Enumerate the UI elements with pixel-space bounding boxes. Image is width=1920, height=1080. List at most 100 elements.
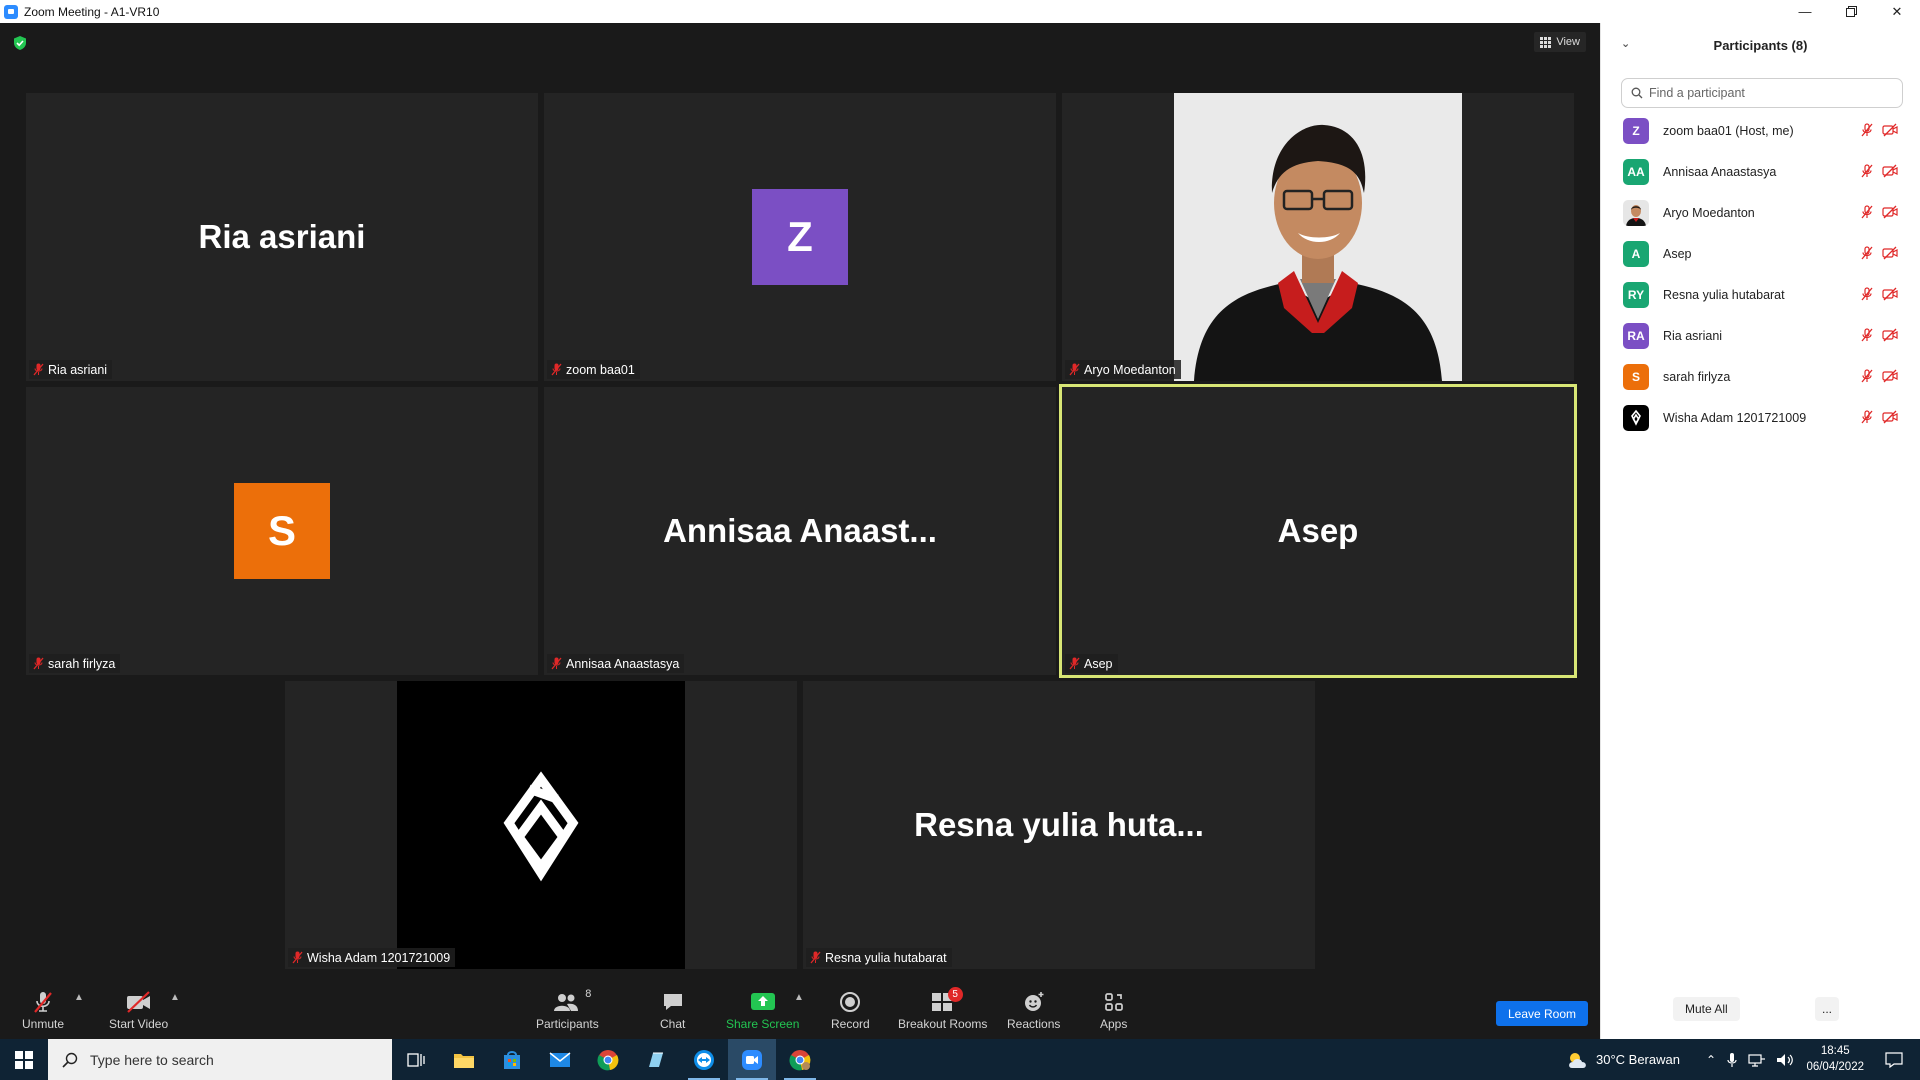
restore-button[interactable] xyxy=(1828,0,1874,23)
more-options-button[interactable]: ... xyxy=(1815,997,1839,1021)
apps-button[interactable]: Apps xyxy=(1100,990,1127,1031)
mail-taskbar-icon[interactable] xyxy=(536,1039,584,1080)
mic-muted-icon xyxy=(1861,369,1873,383)
tile-name-tag: Annisaa Anaastasya xyxy=(547,654,685,673)
participant-row[interactable]: AA Annisaa Anaastasya xyxy=(1601,151,1920,192)
participant-name: Aryo Moedanton xyxy=(1663,205,1755,220)
network-icon[interactable] xyxy=(1748,1053,1766,1067)
mic-muted-icon xyxy=(1861,328,1873,342)
mic-muted-icon xyxy=(551,657,562,670)
system-tray: ⌃ xyxy=(1706,1039,1794,1080)
participants-count: 8 xyxy=(585,988,592,1000)
mic-muted-icon xyxy=(1861,410,1873,424)
share-options-caret-icon[interactable]: ▲ xyxy=(794,992,804,1003)
chrome-taskbar-icon[interactable] xyxy=(584,1039,632,1080)
video-tile-resna[interactable]: Resna yulia huta... Resna yulia hutabara… xyxy=(803,681,1315,969)
participants-button[interactable]: 8 Participants xyxy=(536,988,599,1031)
unmute-button[interactable]: Unmute xyxy=(22,990,64,1031)
store-taskbar-icon[interactable] xyxy=(488,1039,536,1080)
teamviewer-taskbar-icon[interactable] xyxy=(680,1039,728,1080)
windows-taskbar: Type here to search 30°C Berawan ⌃ 18:45… xyxy=(0,1039,1920,1080)
avatar-logo xyxy=(1623,404,1649,431)
clock-date: 06/04/2022 xyxy=(1806,1061,1864,1073)
encryption-shield-icon[interactable] xyxy=(12,35,28,51)
tile-name-label: Wisha Adam 1201721009 xyxy=(307,950,451,965)
tile-name-label: zoom baa01 xyxy=(566,362,635,377)
video-options-caret-icon[interactable]: ▲ xyxy=(170,992,180,1003)
share-screen-button[interactable]: Share Screen xyxy=(726,990,799,1031)
participant-row[interactable]: S sarah firlyza xyxy=(1601,356,1920,397)
tile-display-name: Resna yulia huta... xyxy=(914,806,1204,843)
mic-muted-icon xyxy=(1861,123,1873,137)
mic-muted-icon xyxy=(551,363,562,376)
mic-muted-icon xyxy=(1861,164,1873,178)
taskbar-clock[interactable]: 18:45 06/04/2022 xyxy=(1806,1043,1864,1075)
video-off-icon xyxy=(1882,246,1898,260)
minimize-button[interactable]: — xyxy=(1782,0,1828,23)
collapse-chevron-icon[interactable]: ⌄ xyxy=(1621,37,1630,50)
video-tile-zoom-baa01[interactable]: Z zoom baa01 xyxy=(544,93,1056,381)
participant-video-image xyxy=(397,681,685,969)
video-off-icon xyxy=(1882,287,1898,301)
tile-name-tag: Aryo Moedanton xyxy=(1065,360,1181,379)
mic-muted-icon xyxy=(33,363,44,376)
participant-search-input[interactable]: Find a participant xyxy=(1621,78,1903,108)
close-button[interactable]: ✕ xyxy=(1874,0,1920,23)
participant-video-image xyxy=(1174,93,1462,381)
chat-button[interactable]: Chat xyxy=(660,990,685,1031)
diamond-logo-icon xyxy=(1631,409,1641,426)
record-button[interactable]: Record xyxy=(831,990,870,1031)
volume-icon[interactable] xyxy=(1776,1053,1794,1067)
mute-all-button[interactable]: Mute All xyxy=(1673,997,1740,1021)
video-tile-ria[interactable]: Ria asriani Ria asriani xyxy=(26,93,538,381)
mic-muted-icon xyxy=(1069,363,1080,376)
clock-time: 18:45 xyxy=(1820,1045,1850,1057)
task-view-button[interactable] xyxy=(392,1039,440,1080)
tile-name-tag: Ria asriani xyxy=(29,360,113,379)
video-tile-asep-active-speaker[interactable]: Asep Asep xyxy=(1059,384,1577,678)
video-tile-wisha[interactable]: Wisha Adam 1201721009 xyxy=(285,681,797,969)
audio-options-caret-icon[interactable]: ▲ xyxy=(74,992,84,1003)
start-button[interactable] xyxy=(0,1039,48,1080)
avatar: RY xyxy=(1623,281,1649,308)
tile-name-label: Ria asriani xyxy=(48,362,108,377)
chrome-profile-taskbar-icon[interactable] xyxy=(776,1039,824,1080)
start-video-button[interactable]: Start Video xyxy=(109,990,168,1031)
apps-icon xyxy=(1104,993,1123,1011)
window-title: Zoom Meeting - A1-VR10 xyxy=(24,4,160,19)
tile-name-label: Resna yulia hutabarat xyxy=(825,950,947,965)
mic-muted-icon xyxy=(1861,246,1873,260)
participant-row[interactable]: RY Resna yulia hutabarat xyxy=(1601,274,1920,315)
file-explorer-taskbar-icon[interactable] xyxy=(440,1039,488,1080)
participant-row[interactable]: RA Ria asriani xyxy=(1601,315,1920,356)
video-tile-aryo[interactable]: Aryo Moedanton xyxy=(1062,93,1574,381)
action-center-button[interactable] xyxy=(1874,1039,1914,1080)
participant-row[interactable]: Wisha Adam 1201721009 xyxy=(1601,397,1920,438)
view-button[interactable]: View xyxy=(1534,32,1586,52)
weather-widget[interactable]: 30°C Berawan xyxy=(1566,1039,1680,1080)
participant-name: zoom baa01 (Host, me) xyxy=(1663,123,1794,138)
participant-row[interactable]: A Asep xyxy=(1601,233,1920,274)
show-hidden-icons-chevron-icon[interactable]: ⌃ xyxy=(1706,1053,1716,1067)
microphone-tray-icon[interactable] xyxy=(1726,1052,1738,1068)
video-tile-sarah[interactable]: S sarah firlyza xyxy=(26,387,538,675)
participant-name: Wisha Adam 1201721009 xyxy=(1663,410,1807,425)
participant-name: Ria asriani xyxy=(1663,328,1723,343)
participant-row[interactable]: Aryo Moedanton xyxy=(1601,192,1920,233)
weather-text: 30°C Berawan xyxy=(1596,1052,1680,1067)
diamond-logo-icon xyxy=(503,771,579,882)
breakout-rooms-button[interactable]: 5 Breakout Rooms xyxy=(898,987,987,1031)
mic-muted-icon xyxy=(292,951,303,964)
tile-name-label: sarah firlyza xyxy=(48,656,116,671)
participant-row[interactable]: Z zoom baa01 (Host, me) xyxy=(1601,110,1920,151)
tile-display-name: Annisaa Anaast... xyxy=(663,512,937,549)
leave-room-button[interactable]: Leave Room xyxy=(1496,1001,1588,1026)
taskbar-search-input[interactable]: Type here to search xyxy=(48,1039,392,1080)
notepad-taskbar-icon[interactable] xyxy=(632,1039,680,1080)
windows-logo-icon xyxy=(15,1050,33,1069)
reactions-button[interactable]: Reactions xyxy=(1007,990,1060,1031)
video-tile-annisaa[interactable]: Annisaa Anaast... Annisaa Anaastasya xyxy=(544,387,1056,675)
video-off-icon xyxy=(1882,164,1898,178)
tile-name-label: Aryo Moedanton xyxy=(1084,362,1176,377)
zoom-taskbar-icon[interactable] xyxy=(728,1039,776,1080)
